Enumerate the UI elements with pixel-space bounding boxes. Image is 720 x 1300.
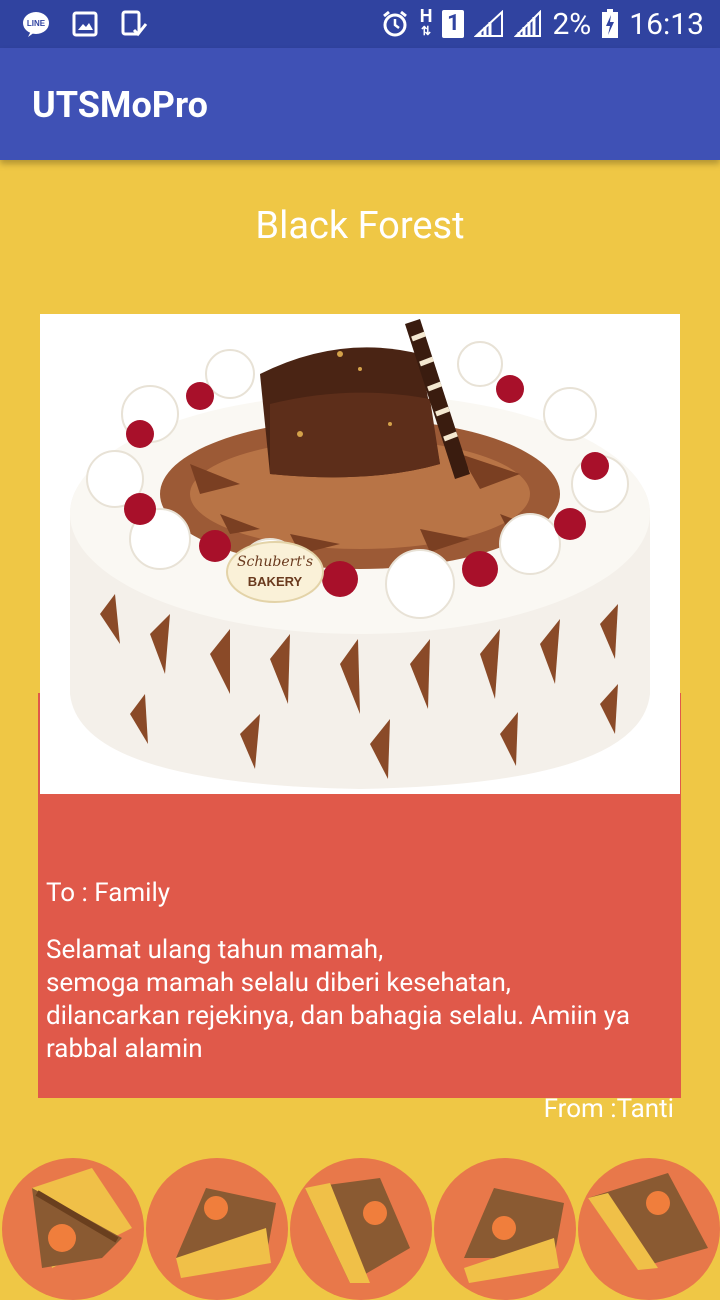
svg-text:Schubert's: Schubert's xyxy=(237,554,313,570)
battery-charging-icon xyxy=(602,9,619,38)
sender-label: From :Tanti xyxy=(543,1094,674,1124)
cake-slice-thumb-4[interactable] xyxy=(434,1158,576,1300)
cake-slice-thumb-3[interactable] xyxy=(290,1158,432,1300)
cake-slice-thumb-5[interactable] xyxy=(578,1158,720,1300)
status-bar: LINE H ⇅ 1 2% 16:13 xyxy=(0,0,720,48)
cake-label: BAKERY xyxy=(248,574,303,589)
svg-text:LINE: LINE xyxy=(27,19,46,28)
app-title: UTSMoPro xyxy=(32,84,208,126)
clock: 16:13 xyxy=(629,6,704,42)
recipient-label: To : Family xyxy=(46,878,171,908)
battery-percent: 2% xyxy=(552,6,592,42)
cake-title: Black Forest xyxy=(255,204,465,248)
greeting-message: Selamat ulang tahun mamah, semoga mamah … xyxy=(46,935,630,1064)
alarm-icon xyxy=(382,10,407,37)
line-app-icon: LINE xyxy=(23,12,49,37)
cake-photo: Schubert's BAKERY xyxy=(40,314,680,794)
image-icon xyxy=(72,11,98,37)
app-bar: UTSMoPro xyxy=(0,48,720,160)
signal-icon xyxy=(474,10,504,37)
black-forest-cake-image: Schubert's BAKERY xyxy=(70,319,650,789)
clipboard-check-icon xyxy=(121,10,148,37)
signal-icon-2 xyxy=(514,10,542,37)
cake-thumbnail-strip xyxy=(0,1150,720,1300)
cake-slice-thumb-2[interactable] xyxy=(146,1158,288,1300)
sim-1-icon: 1 xyxy=(442,10,465,38)
cake-slice-thumb-1[interactable] xyxy=(2,1158,144,1300)
network-h-icon: H ⇅ xyxy=(419,6,433,39)
